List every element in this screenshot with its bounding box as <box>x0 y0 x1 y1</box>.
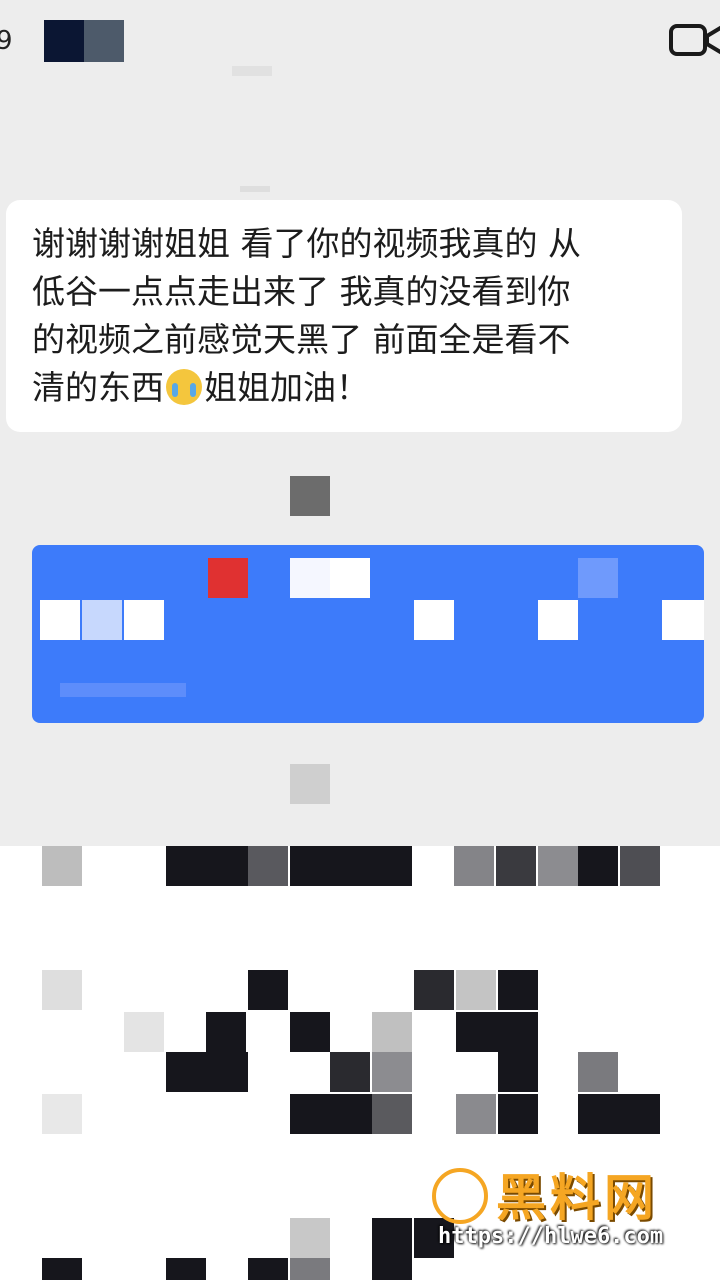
obscured-pixel <box>166 846 248 886</box>
obscured-pixel <box>372 1258 412 1280</box>
obscured-pixel <box>372 1218 412 1258</box>
chat-title-obscured <box>44 20 124 62</box>
status-obscured <box>232 66 272 76</box>
obscured-pixel <box>124 1012 164 1052</box>
obscured-pixel <box>372 1012 412 1052</box>
obscured-pixel <box>414 600 454 640</box>
obscured-pixel <box>42 1258 82 1280</box>
message-line-4b: 姐姐加油！ <box>204 368 369 407</box>
obscured-pixel <box>372 1052 412 1092</box>
obscured-pixel <box>538 600 578 640</box>
obscured-pixel <box>42 846 82 886</box>
obscured-pixel <box>82 600 122 640</box>
obscured-pixel <box>60 683 186 697</box>
obscured-pixel <box>42 1094 82 1134</box>
obscured-pixel <box>538 846 578 886</box>
obscured-pixel <box>578 558 618 598</box>
obscured-pixel <box>498 1052 538 1092</box>
obscured-pixel <box>496 846 536 886</box>
message-line-1: 谢谢谢谢姐姐 看了你的视频我真的 从 <box>32 224 581 263</box>
obscured-pixel <box>414 970 454 1010</box>
obscured-pixel <box>498 1094 538 1134</box>
obscured-pixel <box>454 846 494 886</box>
obscured-pixel <box>208 558 248 598</box>
obscured-pixel <box>578 1094 660 1134</box>
obscured-pixel <box>248 1258 288 1280</box>
obscured-pixel <box>372 1094 412 1134</box>
message-text: 谢谢谢谢姐姐 看了你的视频我真的 从 低谷一点点走出来了 我真的没看到你 的视频… <box>32 220 662 412</box>
obscured-pixel <box>290 846 412 886</box>
obscured-pixel <box>166 1052 248 1092</box>
obscured-pixel <box>620 846 660 886</box>
message-line-3: 的视频之前感觉天黑了 前面全是看不 <box>32 320 571 359</box>
obscured-pixel <box>498 970 538 1010</box>
back-indicator[interactable]: 9 <box>0 26 13 56</box>
obscured-pixel <box>290 764 330 804</box>
obscured-link-card[interactable] <box>32 545 704 723</box>
obscured-pixel <box>290 558 330 598</box>
obscured-pixel <box>578 1052 618 1092</box>
obscured-pixel <box>42 970 82 1010</box>
site-watermark: 黑料网 https://hlwe6.com <box>432 1164 720 1280</box>
video-camera-icon[interactable] <box>668 22 720 58</box>
obscured-pixel <box>206 1012 246 1052</box>
obscured-pixel <box>248 846 288 886</box>
obscured-pixel <box>290 1258 330 1280</box>
obscured-pixel <box>40 600 80 640</box>
watermark-url: https://hlwe6.com <box>438 1224 664 1249</box>
message-line-2: 低谷一点点走出来了 我真的没看到你 <box>32 272 571 311</box>
obscured-pixel <box>248 970 288 1010</box>
obscured-pixel <box>330 558 370 598</box>
obscured-pixel <box>290 476 330 516</box>
watermark-logo-icon <box>432 1168 488 1224</box>
message-bubble[interactable]: 谢谢谢谢姐姐 看了你的视频我真的 从 低谷一点点走出来了 我真的没看到你 的视频… <box>6 200 682 432</box>
obscured-pixel <box>456 970 496 1010</box>
obscured-pixel <box>456 1012 538 1052</box>
obscured-pixel <box>578 846 618 886</box>
chat-header: 9 <box>0 0 720 90</box>
timestamp-obscured <box>240 186 270 192</box>
obscured-pixel <box>290 1012 330 1052</box>
obscured-pixel <box>330 1052 370 1092</box>
obscured-pixel <box>124 600 164 640</box>
obscured-pixel <box>166 1258 206 1280</box>
obscured-pixel <box>290 1094 372 1134</box>
watermark-title: 黑料网 <box>496 1169 658 1227</box>
obscured-pixel <box>456 1094 496 1134</box>
message-line-4a: 清的东西 <box>32 368 164 407</box>
obscured-pixel <box>290 1218 330 1258</box>
crying-face-icon <box>166 369 202 405</box>
obscured-pixel <box>662 600 704 640</box>
